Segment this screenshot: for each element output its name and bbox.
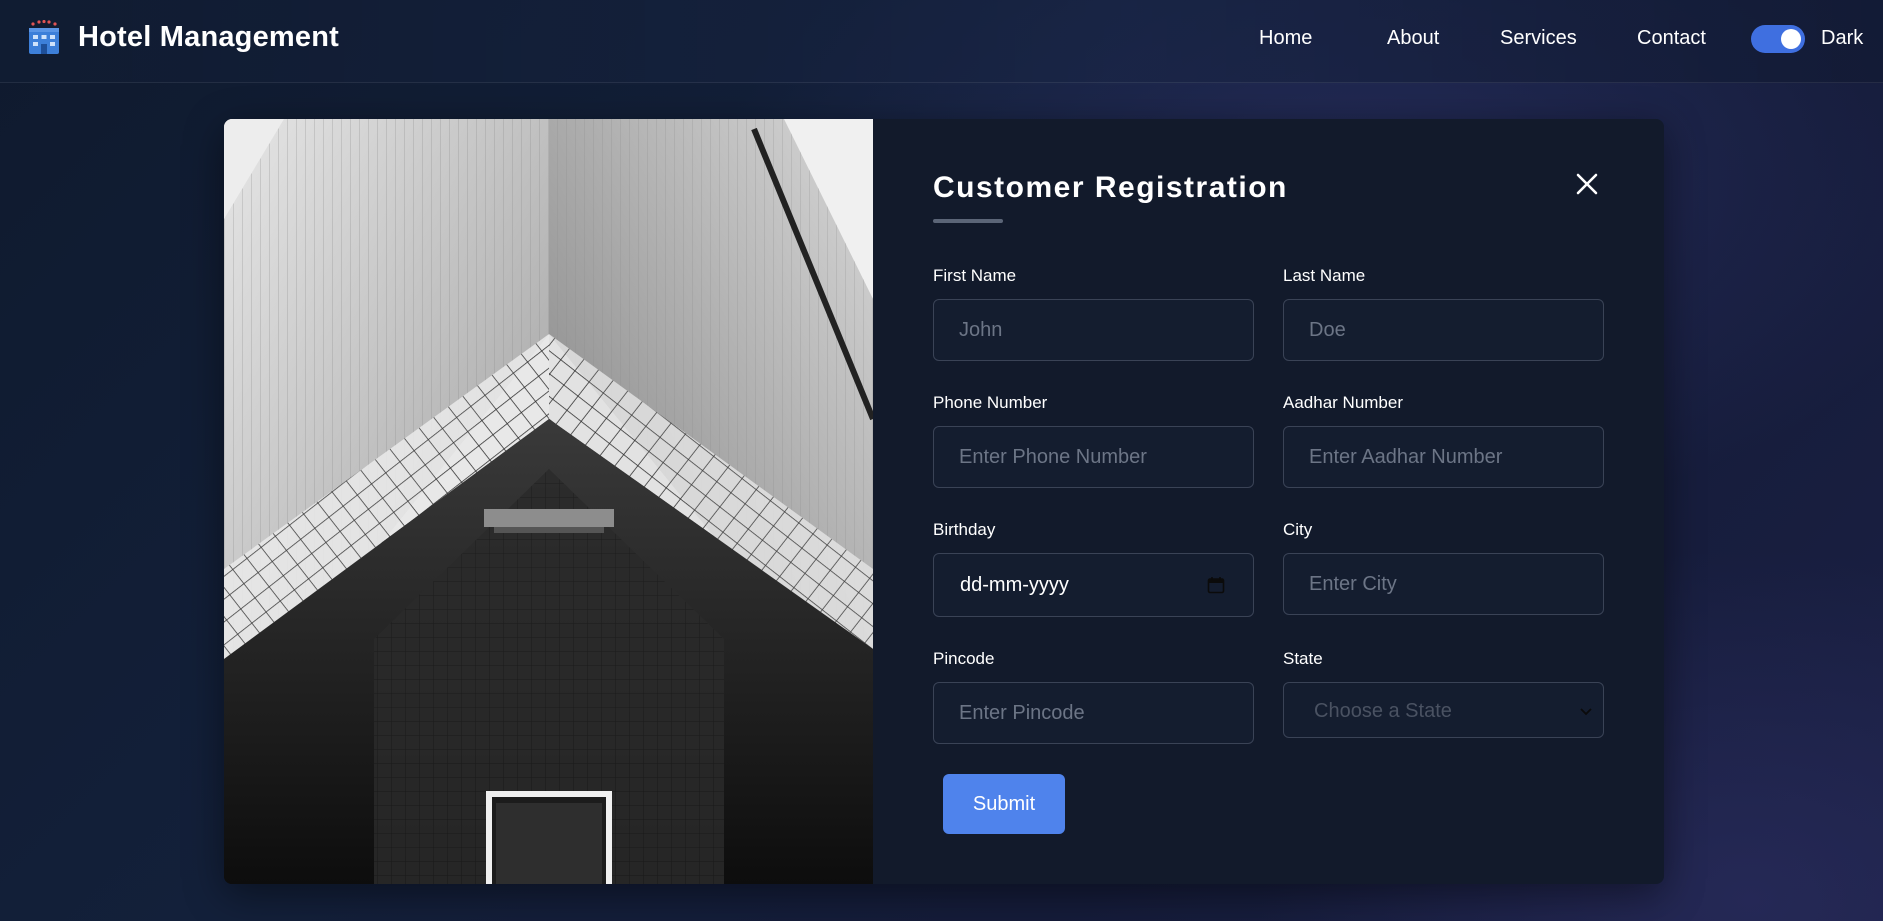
last-name-input[interactable]	[1283, 299, 1604, 361]
state-label: State	[1283, 649, 1323, 668]
chevron-down-icon	[1579, 705, 1593, 717]
calendar-icon[interactable]	[1207, 576, 1225, 594]
state-select-value: Choose a State	[1314, 700, 1452, 722]
submit-button[interactable]: Submit	[943, 774, 1065, 834]
building-photo	[224, 119, 873, 884]
registration-form: Customer Registration First Name Last Na…	[873, 119, 1664, 884]
nav-about-link[interactable]: About	[1387, 27, 1439, 50]
birthday-date-input[interactable]: dd-mm-yyyy	[933, 553, 1254, 617]
top-navbar: Hotel Management Home About Services Con…	[0, 0, 1883, 83]
aadhar-number-label: Aadhar Number	[1283, 393, 1404, 412]
aadhar-number-input[interactable]	[1283, 426, 1604, 488]
nav-services-link[interactable]: Services	[1500, 27, 1577, 50]
city-label: City	[1283, 520, 1313, 539]
phone-number-input[interactable]	[933, 426, 1254, 488]
title-underline	[933, 219, 1003, 223]
dark-mode-toggle[interactable]	[1751, 25, 1805, 53]
pincode-input[interactable]	[933, 682, 1254, 744]
first-name-input[interactable]	[933, 299, 1254, 361]
last-name-label: Last Name	[1283, 266, 1366, 285]
registration-card: Customer Registration First Name Last Na…	[224, 119, 1664, 884]
nav-contact-link[interactable]: Contact	[1637, 27, 1706, 50]
first-name-label: First Name	[933, 266, 1017, 285]
state-select[interactable]: Choose a State	[1283, 682, 1604, 738]
dark-mode-label: Dark	[1821, 27, 1864, 49]
nav-home-link[interactable]: Home	[1259, 27, 1312, 50]
phone-number-label: Phone Number	[933, 393, 1048, 412]
birthday-date-text: dd-mm-yyyy	[960, 574, 1069, 596]
close-icon[interactable]	[1574, 171, 1600, 197]
city-input[interactable]	[1283, 553, 1604, 615]
form-title: Customer Registration	[933, 171, 1288, 204]
pincode-label: Pincode	[933, 649, 995, 668]
main-nav: Home About Services Contact	[0, 26, 1883, 56]
birthday-label: Birthday	[933, 520, 996, 539]
toggle-knob	[1781, 29, 1801, 49]
